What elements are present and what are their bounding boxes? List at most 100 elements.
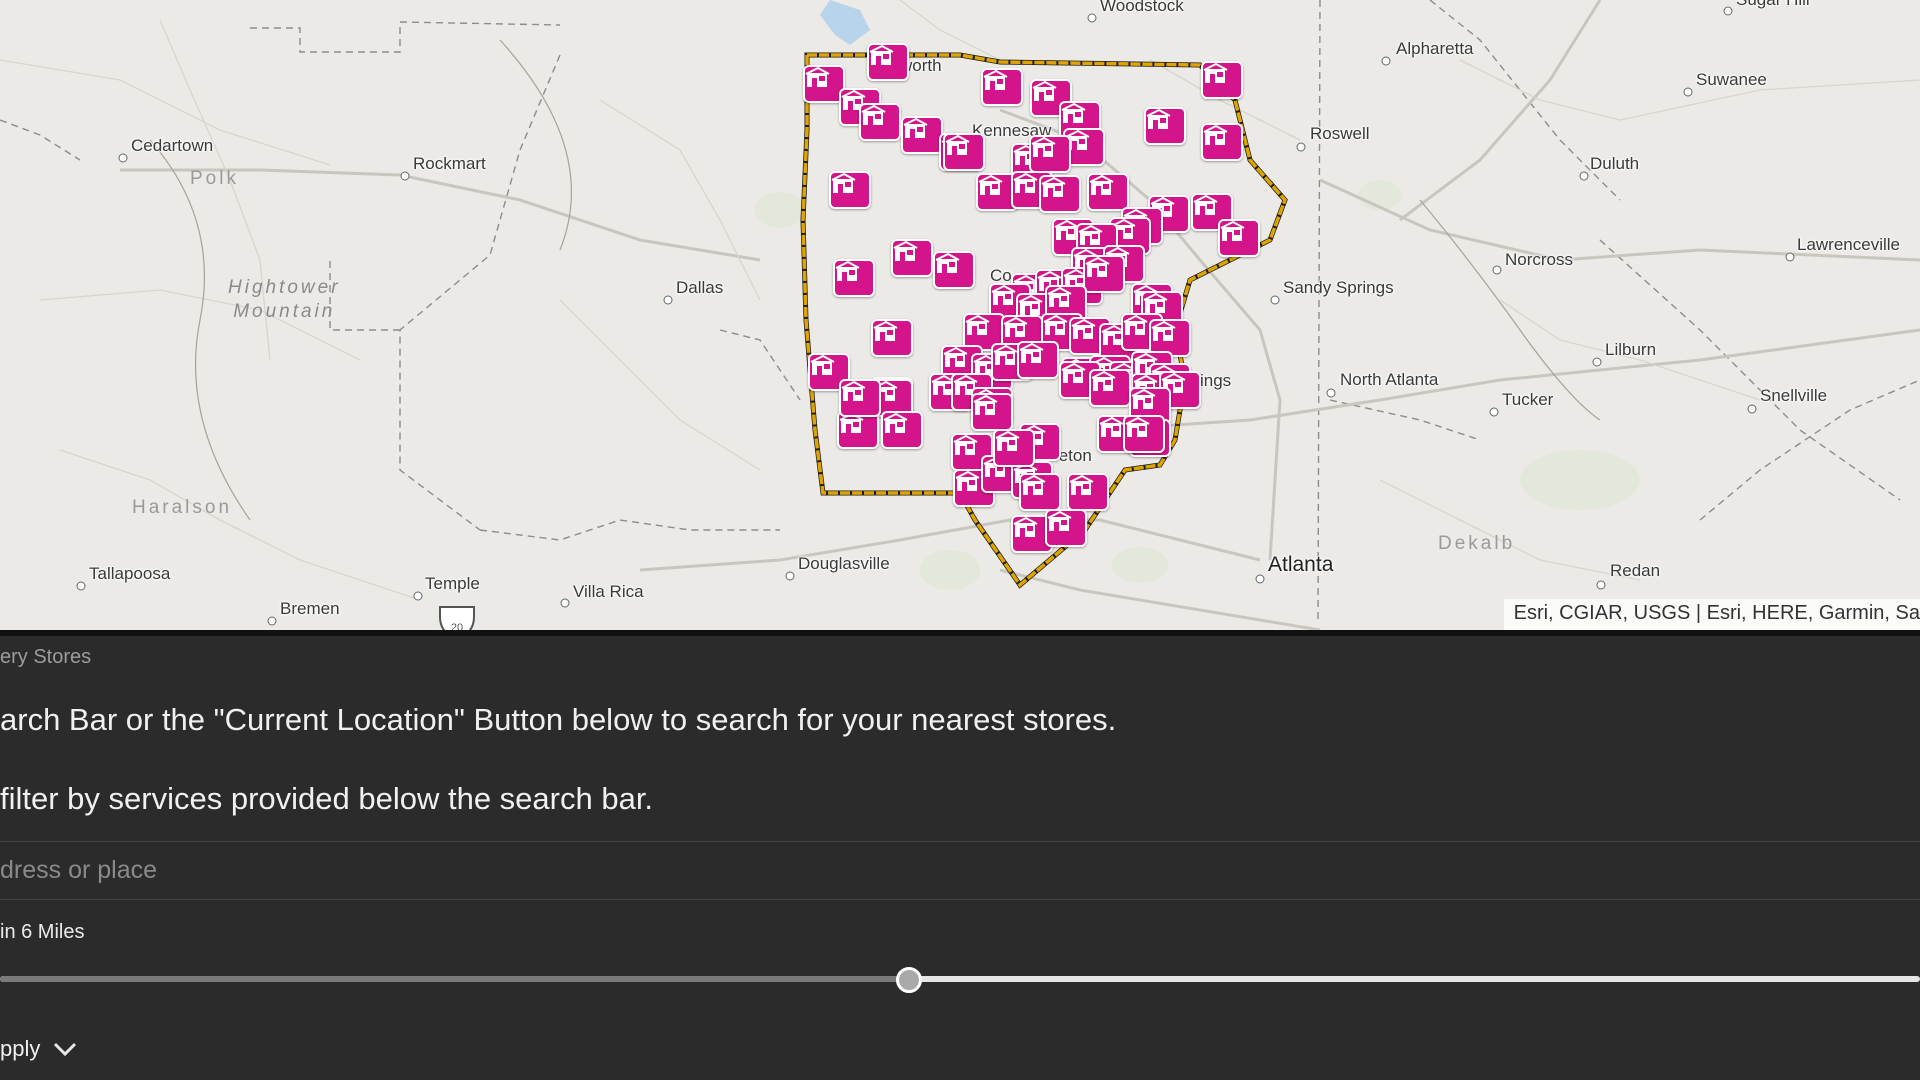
- filter-toggle[interactable]: pply: [0, 1036, 78, 1062]
- store-marker[interactable]: [871, 319, 913, 357]
- store-marker[interactable]: [1218, 219, 1260, 257]
- store-marker[interactable]: [839, 379, 881, 417]
- store-icon: [883, 413, 908, 433]
- search-radius-label: in 6 Miles: [0, 921, 85, 943]
- search-input[interactable]: [0, 842, 1900, 898]
- city-dot: [413, 591, 423, 601]
- store-marker[interactable]: [1019, 473, 1061, 511]
- city-label-suwanee: Suwanee: [1696, 70, 1767, 89]
- store-icon: [1131, 389, 1156, 409]
- city-dot: [1296, 142, 1306, 152]
- store-icon: [955, 471, 980, 491]
- store-marker[interactable]: [867, 43, 909, 81]
- city-label-atlanta: Atlanta: [1268, 553, 1334, 576]
- store-icon: [1013, 517, 1038, 537]
- store-icon: [983, 70, 1008, 90]
- store-marker[interactable]: [891, 239, 933, 277]
- store-marker[interactable]: [1089, 369, 1131, 407]
- map-attribution[interactable]: Esri, CGIAR, USGS | Esri, HERE, Garmin, …: [1503, 599, 1920, 630]
- store-marker[interactable]: [1201, 123, 1243, 161]
- store-marker[interactable]: [881, 411, 923, 449]
- store-icon: [993, 345, 1018, 365]
- store-marker[interactable]: [1067, 473, 1109, 511]
- store-marker[interactable]: [933, 251, 975, 289]
- city-dot: [785, 571, 795, 581]
- city-dot: [1579, 171, 1589, 181]
- store-marker[interactable]: [1045, 509, 1087, 547]
- store-marker[interactable]: [859, 103, 901, 141]
- city-label-woodstock: Woodstock: [1100, 0, 1184, 15]
- store-icon: [1032, 81, 1057, 101]
- store-icon: [1071, 319, 1096, 339]
- store-marker[interactable]: [829, 171, 871, 209]
- slider-thumb[interactable]: [896, 967, 923, 993]
- city-label-alpharetta: Alpharetta: [1396, 39, 1474, 58]
- search-radius-slider[interactable]: [0, 967, 1920, 993]
- city-label-redan: Redan: [1610, 561, 1661, 580]
- store-icon: [953, 435, 978, 455]
- city-label-lilburn: Lilburn: [1605, 340, 1657, 359]
- store-icon: [831, 173, 856, 193]
- store-icon: [1019, 343, 1044, 363]
- city-label-north-atlanta: North Atlanta: [1340, 370, 1439, 389]
- store-icon: [943, 347, 968, 367]
- store-marker[interactable]: [1123, 415, 1165, 453]
- city-dot: [663, 295, 673, 305]
- store-icon: [973, 395, 998, 415]
- store-locator-panel: ery Stores arch Bar or the "Current Loca…: [0, 636, 1920, 1080]
- store-icon: [873, 321, 898, 341]
- store-icon: [1193, 195, 1218, 215]
- store-icon: [1021, 475, 1046, 495]
- county-label-polk: Polk: [190, 168, 239, 189]
- city-label-cedartown: Cedartown: [131, 136, 214, 155]
- store-icon: [835, 261, 860, 281]
- county-label-haralson: Haralson: [132, 497, 233, 518]
- store-marker[interactable]: [971, 393, 1013, 431]
- store-icon: [1091, 371, 1116, 391]
- store-icon: [893, 241, 918, 261]
- store-marker[interactable]: [1017, 341, 1059, 379]
- panel-title: ery Stores: [0, 646, 92, 668]
- chevron-down-icon: [52, 1041, 78, 1057]
- city-label-rockmart: Rockmart: [413, 154, 486, 173]
- city-dot: [1747, 404, 1757, 414]
- city-label-dallas: Dallas: [676, 278, 724, 297]
- store-marker[interactable]: [901, 116, 943, 154]
- store-marker[interactable]: [1201, 61, 1243, 99]
- city-label-tucker: Tucker: [1502, 390, 1554, 409]
- city-label-villa-rica: Villa Rica: [573, 582, 644, 601]
- store-icon: [1203, 63, 1228, 83]
- store-icon: [1078, 225, 1103, 245]
- city-label-tallapoosa: Tallapoosa: [89, 564, 171, 583]
- city-dot: [1723, 6, 1733, 16]
- store-marker[interactable]: [1039, 175, 1081, 213]
- store-icon: [1031, 137, 1056, 157]
- city-label-snellville: Snellville: [1760, 386, 1828, 405]
- store-icon: [1099, 417, 1124, 437]
- store-marker[interactable]: [833, 259, 875, 297]
- city-dot: [560, 598, 570, 608]
- instruction-text: arch Bar or the "Current Location" Butto…: [0, 702, 1117, 737]
- store-marker[interactable]: [1029, 135, 1071, 173]
- store-icon: [1047, 511, 1072, 531]
- store-icon: [810, 355, 835, 375]
- store-marker[interactable]: [1083, 255, 1125, 293]
- divider: [0, 899, 1920, 900]
- store-icon: [1018, 295, 1043, 315]
- store-marker[interactable]: [1087, 173, 1129, 211]
- store-marker[interactable]: [981, 68, 1023, 106]
- city-label-temple: Temple: [425, 574, 480, 593]
- store-icon: [1220, 221, 1245, 241]
- store-marker[interactable]: [993, 429, 1035, 467]
- store-icon: [1013, 173, 1038, 193]
- store-icon: [935, 253, 960, 273]
- store-marker[interactable]: [1144, 107, 1186, 145]
- city-dot: [1785, 252, 1795, 262]
- store-icon: [991, 285, 1016, 305]
- store-marker[interactable]: [943, 133, 985, 171]
- store-icon: [1047, 287, 1072, 307]
- store-icon: [945, 135, 970, 155]
- city-dot: [1326, 388, 1336, 398]
- map-view[interactable]: 20 Hightower Mountain Polk Haralson Deka…: [0, 0, 1920, 630]
- store-icon: [869, 45, 894, 65]
